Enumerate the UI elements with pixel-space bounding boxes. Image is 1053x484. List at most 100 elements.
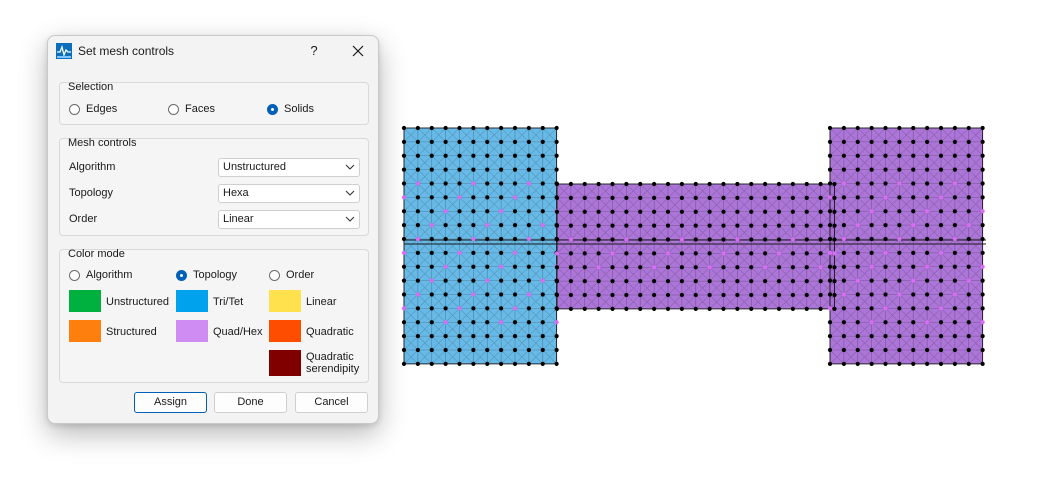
radio-color-topology-indicator[interactable]	[176, 269, 187, 281]
mesh-node	[526, 264, 531, 269]
mesh-node	[665, 195, 671, 200]
mesh-node	[582, 237, 587, 242]
radio-color-order-indicator[interactable]	[269, 269, 280, 281]
mesh-node	[499, 125, 504, 131]
mesh-node	[554, 153, 559, 158]
mesh-node	[925, 153, 930, 158]
radio-color-order[interactable]: Order	[269, 269, 314, 281]
mesh-node	[763, 251, 768, 256]
radio-color-topology[interactable]: Topology	[176, 269, 237, 281]
mesh-node	[582, 223, 587, 228]
mesh-node	[512, 223, 518, 228]
mesh-node	[980, 320, 985, 325]
mesh-node	[883, 223, 888, 228]
mesh-node	[457, 306, 462, 311]
mesh-node	[526, 320, 531, 325]
mesh-node	[401, 347, 407, 353]
mesh-node	[624, 209, 629, 214]
mesh-node	[966, 334, 971, 339]
mesh-node	[827, 250, 833, 255]
mesh-node	[897, 236, 902, 242]
mesh-node	[401, 320, 407, 325]
mesh-node	[721, 306, 726, 311]
mesh-node	[841, 347, 846, 353]
mesh-node	[841, 278, 846, 283]
topology-select[interactable]: Hexa	[218, 184, 360, 203]
assign-button[interactable]: Assign	[134, 392, 207, 413]
mesh-node	[911, 167, 916, 172]
mesh-node	[827, 361, 833, 366]
mesh-node	[966, 306, 971, 311]
mesh-node	[512, 195, 518, 200]
mesh-node	[749, 265, 754, 270]
mesh-node	[827, 153, 833, 158]
mesh-node	[883, 153, 888, 158]
mesh-node	[952, 181, 957, 186]
radio-color-algorithm-indicator[interactable]	[69, 269, 80, 281]
mesh-node	[457, 347, 462, 353]
mesh-node	[827, 264, 833, 269]
mesh-node	[952, 278, 957, 283]
mesh-node	[980, 139, 985, 144]
mesh-node	[804, 223, 809, 228]
mesh-node	[790, 195, 795, 200]
mesh-node	[499, 361, 504, 366]
order-select[interactable]: Linear	[218, 210, 360, 229]
mesh-node	[624, 181, 629, 187]
radio-color-algorithm[interactable]: Algorithm	[69, 269, 132, 281]
mesh-node	[540, 153, 545, 158]
radio-faces[interactable]: Faces	[168, 103, 215, 115]
mesh-node	[804, 292, 809, 298]
mesh-node	[526, 361, 531, 366]
mesh-node	[790, 237, 795, 242]
mesh-node	[652, 265, 657, 270]
radio-edges-indicator[interactable]	[69, 103, 80, 115]
radio-faces-indicator[interactable]	[168, 103, 179, 115]
done-button[interactable]: Done	[214, 392, 287, 413]
mesh-node	[869, 334, 874, 339]
mesh-node	[582, 279, 587, 284]
mesh-node	[443, 236, 448, 242]
mesh-node	[952, 306, 957, 311]
mesh-node	[966, 292, 971, 297]
mesh-node	[401, 139, 407, 144]
mesh-node	[735, 223, 740, 228]
mesh-node	[707, 195, 712, 200]
mesh-node	[429, 236, 434, 242]
radio-solids[interactable]: Solids	[267, 103, 314, 115]
mesh-node	[540, 347, 545, 353]
mesh-node	[526, 223, 531, 228]
mesh-node	[485, 278, 490, 283]
mesh-node	[776, 306, 782, 311]
mesh-node	[938, 347, 944, 353]
mesh-node	[980, 334, 985, 339]
mesh-viewport[interactable]	[398, 122, 993, 368]
mesh-node	[938, 209, 944, 214]
mesh-node	[966, 181, 971, 186]
mesh-node	[457, 167, 462, 172]
radio-edges[interactable]: Edges	[69, 103, 117, 115]
mesh-node	[610, 279, 615, 284]
mesh-node	[749, 237, 754, 242]
mesh-node	[540, 139, 545, 144]
mesh-node	[679, 209, 684, 214]
mesh-node	[938, 278, 944, 283]
mesh-node	[596, 292, 601, 298]
cancel-button[interactable]: Cancel	[295, 392, 368, 413]
mesh-node	[749, 195, 754, 200]
radio-solids-indicator[interactable]	[267, 103, 278, 115]
mesh-node	[897, 347, 902, 353]
mesh-node	[512, 139, 518, 144]
mesh-node	[735, 292, 740, 298]
mesh-node	[869, 153, 874, 158]
algorithm-select[interactable]: Unstructured	[218, 158, 360, 177]
mesh-node	[485, 306, 490, 311]
mesh-node	[883, 167, 888, 172]
swatch-quadratic-serendipity	[269, 350, 301, 376]
mesh-node	[638, 209, 643, 214]
close-icon[interactable]	[346, 41, 370, 61]
mesh-node	[966, 125, 971, 131]
mesh-node	[624, 292, 629, 298]
help-button[interactable]: ?	[304, 41, 324, 61]
mesh-node	[429, 195, 434, 200]
